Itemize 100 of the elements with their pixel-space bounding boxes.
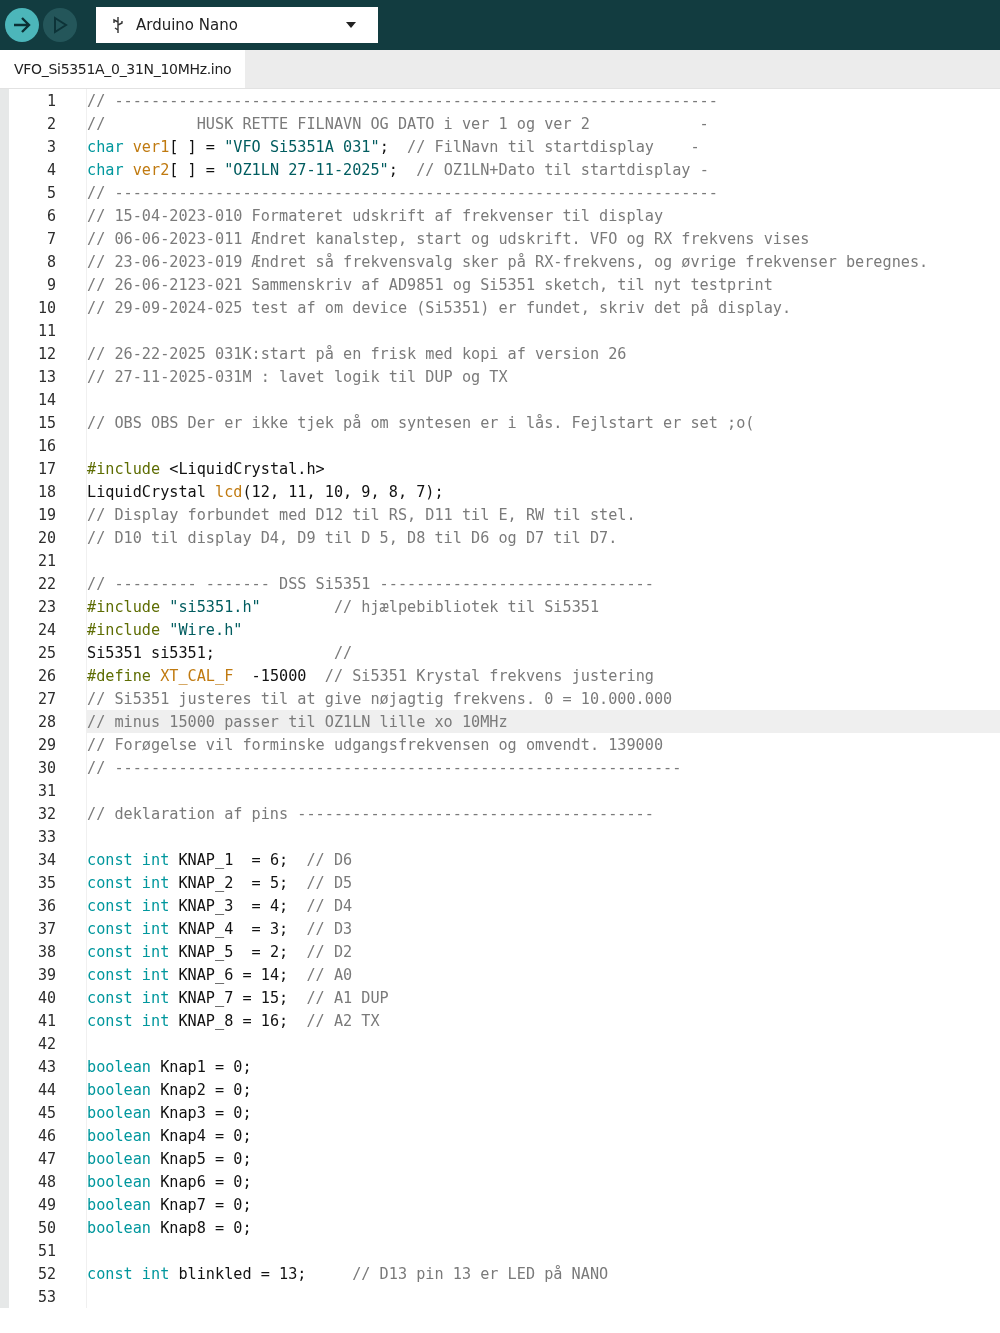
code-line: const int KNAP_5 = 2; // D2 [87,942,353,961]
line-number: 35 [36,873,56,892]
line-number: 12 [36,344,56,363]
code-line: const int blinkled = 13; // D13 pin 13 er LED på NANO [87,1264,609,1283]
code-line: Si5351 si5351; // [87,643,353,662]
line-number: 20 [36,528,56,547]
code-line: // 06-06-2023-011 Ændret kanalstep, start og udskrift. VFO og RX frekvens vises [87,229,810,248]
code-line: // D10 til display D4, D9 til D 5, D8 til D6 og D7 til D7. [87,528,618,547]
code-line: // Forøgelse vil forminske udgangsfrekvensen og omvendt. 139000 [87,735,664,754]
line-number: 2 [45,114,56,133]
line-number: 29 [36,735,56,754]
code-line: // -------------------------------------------------------------- [87,758,682,777]
line-number: 41 [36,1011,56,1030]
line-number: 24 [36,620,56,639]
line-number: 38 [36,942,56,961]
code-line: // 23-06-2023-019 Ændret så frekvensvalg sker på RX-frekvens, og øvrige frekvenser beregnes. [87,252,929,271]
code-line: boolean Knap5 = 0; [87,1149,252,1168]
line-number: 6 [45,206,56,225]
board-selector[interactable]: Arduino Nano [96,7,378,43]
line-number: 46 [36,1126,56,1145]
line-number: 19 [36,505,56,524]
code-line: boolean Knap8 = 0; [87,1218,252,1237]
code-line: // HUSK RETTE FILNAVN OG DATO i ver 1 og ver 2 - [87,114,709,133]
code-line: boolean Knap7 = 0; [87,1195,252,1214]
line-number: 7 [45,229,56,248]
code-line: // --------- ------- DSS Si5351 ------------------------------ [87,574,654,593]
line-number: 16 [36,436,56,455]
line-number: 10 [36,298,56,317]
code-line: const int KNAP_7 = 15; // A1 DUP [87,988,389,1007]
code-line: char ver1[ ] = "VFO Si5351A 031"; // FilNavn til startdisplay - [87,137,700,156]
line-number: 25 [36,643,56,662]
line-number: 32 [36,804,56,823]
code-line: const int KNAP_4 = 3; // D3 [87,919,353,938]
line-number: 51 [36,1241,56,1260]
code-line: const int KNAP_6 = 14; // A0 [87,965,353,984]
line-number: 17 [36,459,56,478]
line-number: 23 [36,597,56,616]
line-number: 36 [36,896,56,915]
code-line: // ------------------------------------------------------------------ [87,91,718,110]
usb-icon [112,16,124,34]
line-number: 13 [36,367,56,386]
code-line: #include "Wire.h" [87,620,243,639]
line-number: 33 [36,827,56,846]
code-line: LiquidCrystal lcd(12, 11, 10, 9, 8, 7); [87,482,444,501]
caret-icon [346,22,356,28]
line-number: 26 [36,666,56,685]
line-number: 49 [36,1195,56,1214]
line-number: 21 [36,551,56,570]
line-number: 44 [36,1080,56,1099]
code-line: boolean Knap2 = 0; [87,1080,252,1099]
code-line: boolean Knap3 = 0; [87,1103,252,1122]
line-number: 22 [36,574,56,593]
line-number: 53 [36,1287,56,1306]
code-line: // 15-04-2023-010 Formateret udskrift af frekvenser til display [87,206,664,225]
code-line: const int KNAP_8 = 16; // A2 TX [87,1011,380,1030]
code-line: // 29-09-2024-025 test af om device (Si5351) er fundet, skriv det på display. [87,298,792,317]
code-line: // 26-22-2025 031K:start på en frisk med kopi af version 26 [87,344,627,363]
line-number: 50 [36,1218,56,1237]
line-number: 45 [36,1103,56,1122]
code-line: // minus 15000 passer til OZ1LN lille xo 10MHz [87,712,508,731]
line-number: 43 [36,1057,56,1076]
code-line: boolean Knap4 = 0; [87,1126,252,1145]
line-number: 14 [36,390,56,409]
code-line: boolean Knap6 = 0; [87,1172,252,1191]
line-number: 31 [36,781,56,800]
line-number: 18 [36,482,56,501]
code-line: char ver2[ ] = "OZ1LN 27-11-2025"; // OZ1LN+Dato til startdisplay - [87,160,709,179]
line-number: 27 [36,689,56,708]
code-line: const int KNAP_1 = 6; // D6 [87,850,353,869]
code-line: // deklaration af pins --------------------------------------- [87,804,654,823]
line-number: 34 [36,850,56,869]
code-line: #define XT_CAL_F -15000 // Si5351 Krystal frekvens justering [87,666,654,685]
line-number: 39 [36,965,56,984]
line-number: 40 [36,988,56,1007]
line-number: 11 [36,321,56,340]
line-number: 9 [45,275,56,294]
line-number: 30 [36,758,56,777]
line-number: 48 [36,1172,56,1191]
line-number: 8 [45,252,56,271]
code-line: // 27-11-2025-031M : lavet logik til DUP og TX [87,367,508,386]
line-number: 52 [36,1264,56,1283]
code-line: const int KNAP_3 = 4; // D4 [87,896,353,915]
line-number: 15 [36,413,56,432]
code-line: #include <LiquidCrystal.h> [87,459,325,478]
code-line: const int KNAP_2 = 5; // D5 [87,873,353,892]
code-line: // Display forbundet med D12 til RS, D11 til E, RW til stel. [87,505,636,524]
code-line: #include "si5351.h" // hjælpebibliotek til Si5351 [87,597,600,616]
verify-button[interactable] [5,8,39,42]
line-number: 28 [36,712,56,731]
code-line: // ------------------------------------------------------------------ [87,183,718,202]
line-number: 47 [36,1149,56,1168]
line-number: 1 [45,91,56,110]
line-number: 37 [36,919,56,938]
code-line: // OBS OBS Der er ikke tjek på om syntesen er i lås. Fejlstart er set ;o( [87,413,755,432]
file-tab[interactable]: VFO_Si5351A_0_31N_10MHz.ino [0,50,246,88]
code-line: boolean Knap1 = 0; [87,1057,252,1076]
line-number: 5 [45,183,56,202]
line-number: 3 [45,137,56,156]
line-number: 4 [45,160,56,179]
code-line: // Si5351 justeres til at give nøjagtig frekvens. 0 = 10.000.000 [87,689,673,708]
